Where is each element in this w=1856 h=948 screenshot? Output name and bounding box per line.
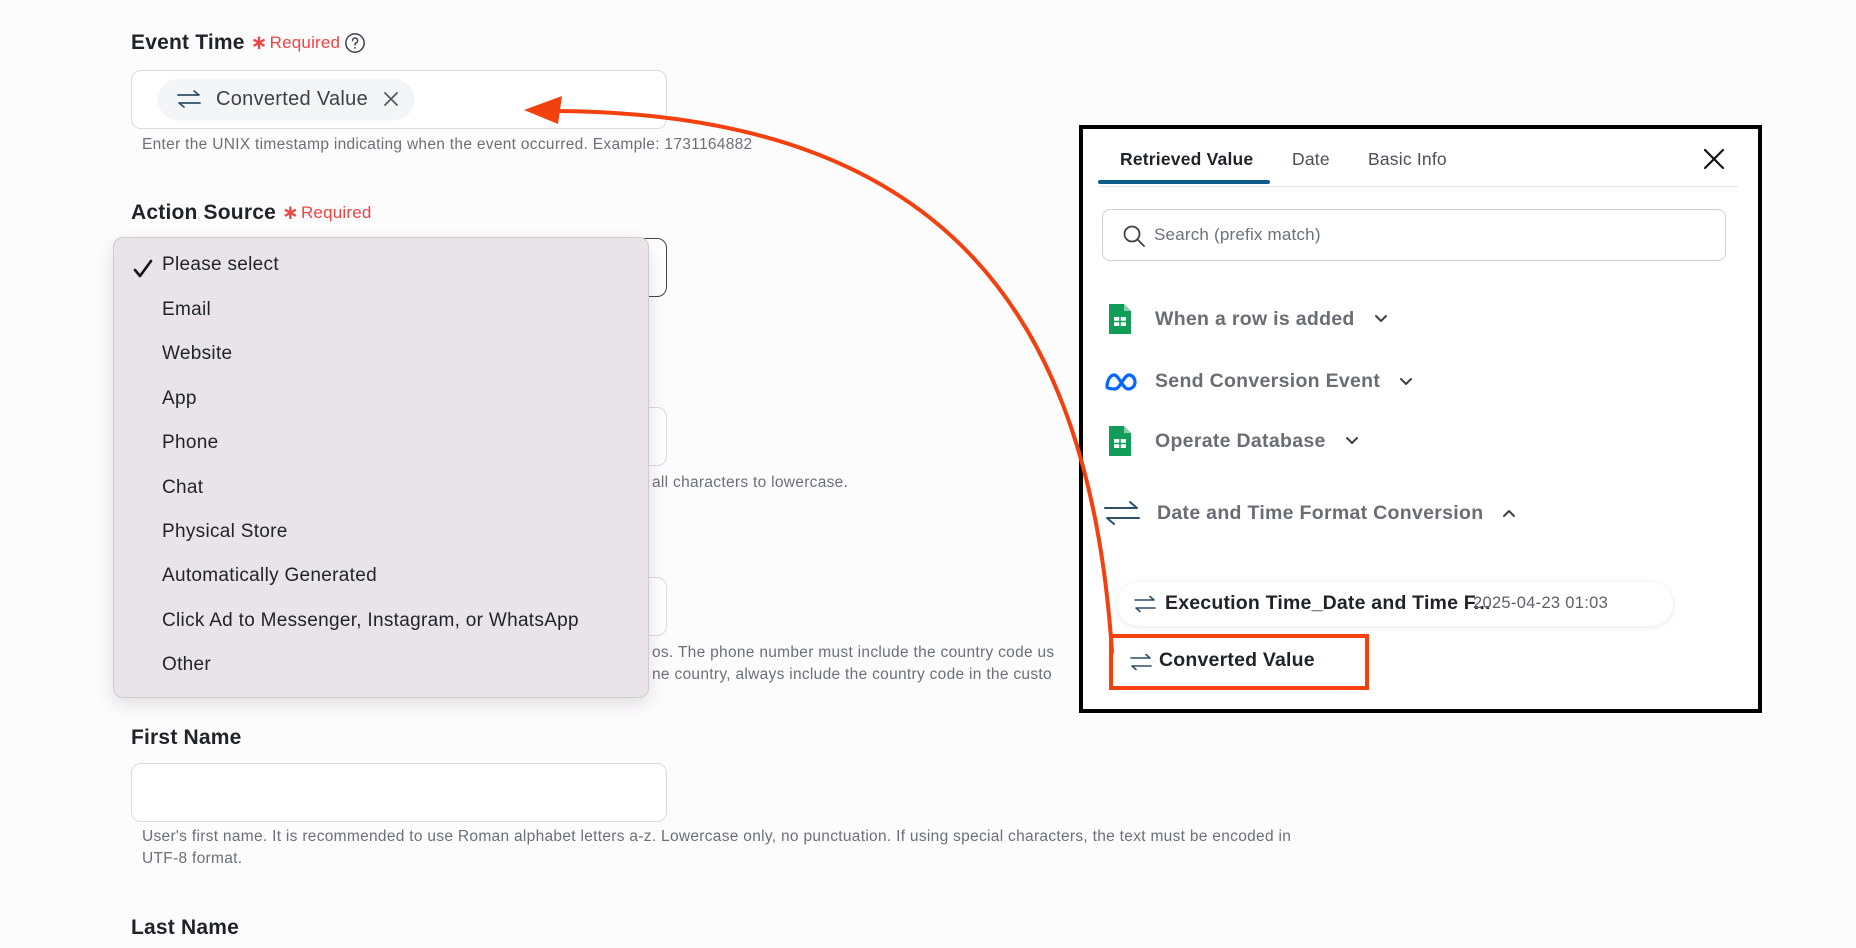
event-time-hint: Enter the UNIX timestamp indicating when… [142, 136, 753, 153]
tab-date[interactable]: Date [1292, 149, 1330, 170]
phone-hint-line1: os. The phone number must include the co… [652, 644, 1055, 661]
first-name-hint-line1: User's first name. It is recommended to … [142, 828, 1292, 845]
sub-item-execution-time[interactable]: Execution Time_Date and Time F... 2025-0… [1117, 582, 1673, 626]
node-name: When a row is added [1155, 307, 1355, 330]
sub-item-name: Converted Value [1159, 649, 1315, 671]
action-source-label-row: Action Source ∗ Required [131, 200, 372, 225]
dropdown-option[interactable]: Email [162, 295, 632, 325]
converted-value-item[interactable]: Converted Value [1109, 634, 1369, 690]
last-name-label: Last Name [131, 916, 240, 939]
variable-picker-panel: Retrieved Value Date Basic Info Search (… [1079, 125, 1762, 713]
meta-icon [1105, 372, 1137, 391]
required-star: ∗ [281, 202, 299, 224]
required-text: Required [269, 32, 341, 52]
required-star: ∗ [250, 32, 268, 54]
sub-item-name: Execution Time_Date and Time F... [1165, 592, 1491, 614]
google-sheets-icon [1109, 426, 1131, 456]
dropdown-option[interactable]: Other [162, 650, 632, 680]
google-sheets-icon [1109, 304, 1131, 334]
dropdown-option[interactable]: Automatically Generated [162, 561, 632, 591]
phone-hint-line2: ne country, always include the country c… [652, 666, 1052, 683]
close-icon[interactable] [382, 90, 400, 108]
node-when-a-row-is-added[interactable]: When a row is added [1107, 302, 1389, 336]
checkmark-icon [133, 259, 153, 278]
chevron-down-icon [1345, 437, 1358, 444]
tab-divider [1098, 186, 1738, 187]
dropdown-option[interactable]: Click Ad to Messenger, Instagram, or Wha… [162, 606, 632, 636]
converted-value-tag[interactable]: Converted Value [158, 79, 414, 119]
convert-arrows-icon [1104, 501, 1140, 525]
chevron-down-icon [1374, 315, 1387, 322]
convert-arrows-icon [177, 90, 201, 108]
close-icon[interactable] [1703, 148, 1725, 170]
node-date-time-format-conversion[interactable]: Date and Time Format Conversion [1103, 499, 1517, 527]
node-name: Operate Database [1155, 429, 1326, 452]
help-icon[interactable] [344, 32, 366, 54]
node-name: Send Conversion Event [1155, 370, 1381, 392]
chevron-down-icon [1400, 377, 1413, 385]
dropdown-option[interactable]: App [162, 384, 632, 414]
required-text: Required [300, 202, 372, 222]
first-name-hint-line2: UTF-8 format. [142, 850, 243, 867]
node-operate-database[interactable]: Operate Database [1107, 424, 1360, 458]
search-placeholder: Search (prefix match) [1154, 225, 1321, 244]
dropdown-option[interactable]: Physical Store [162, 517, 632, 547]
dropdown-option[interactable]: Phone [162, 428, 632, 458]
node-name: Date and Time Format Conversion [1157, 501, 1484, 524]
first-name-label: First Name [131, 726, 242, 749]
email-hint-fragment: all characters to lowercase. [652, 474, 849, 491]
search-icon [1123, 225, 1145, 247]
tab-basic-info[interactable]: Basic Info [1368, 149, 1447, 170]
dropdown-option[interactable]: Chat [162, 473, 632, 503]
action-source-dropdown: Please select Email Website App Phone Ch… [113, 237, 649, 698]
event-time-label-row: Event Time ∗ Required [131, 30, 366, 55]
dropdown-option[interactable]: Website [162, 339, 632, 369]
tab-retrieved-value[interactable]: Retrieved Value [1120, 149, 1253, 170]
active-tab-indicator [1098, 180, 1270, 184]
search-input[interactable]: Search (prefix match) [1102, 209, 1726, 261]
dropdown-option[interactable]: Please select [162, 250, 632, 280]
convert-arrows-icon [1130, 653, 1152, 671]
first-name-input[interactable] [131, 763, 667, 822]
node-send-conversion-event[interactable]: Send Conversion Event [1104, 370, 1414, 393]
chevron-up-icon [1503, 510, 1516, 517]
action-source-label: Action Source [131, 200, 276, 224]
tag-label: Converted Value [216, 87, 368, 110]
event-time-field[interactable]: Converted Value [131, 70, 667, 129]
sub-item-value: 2025-04-23 01:03 [1473, 594, 1609, 612]
convert-arrows-icon [1134, 595, 1156, 613]
event-time-label: Event Time [131, 30, 245, 54]
